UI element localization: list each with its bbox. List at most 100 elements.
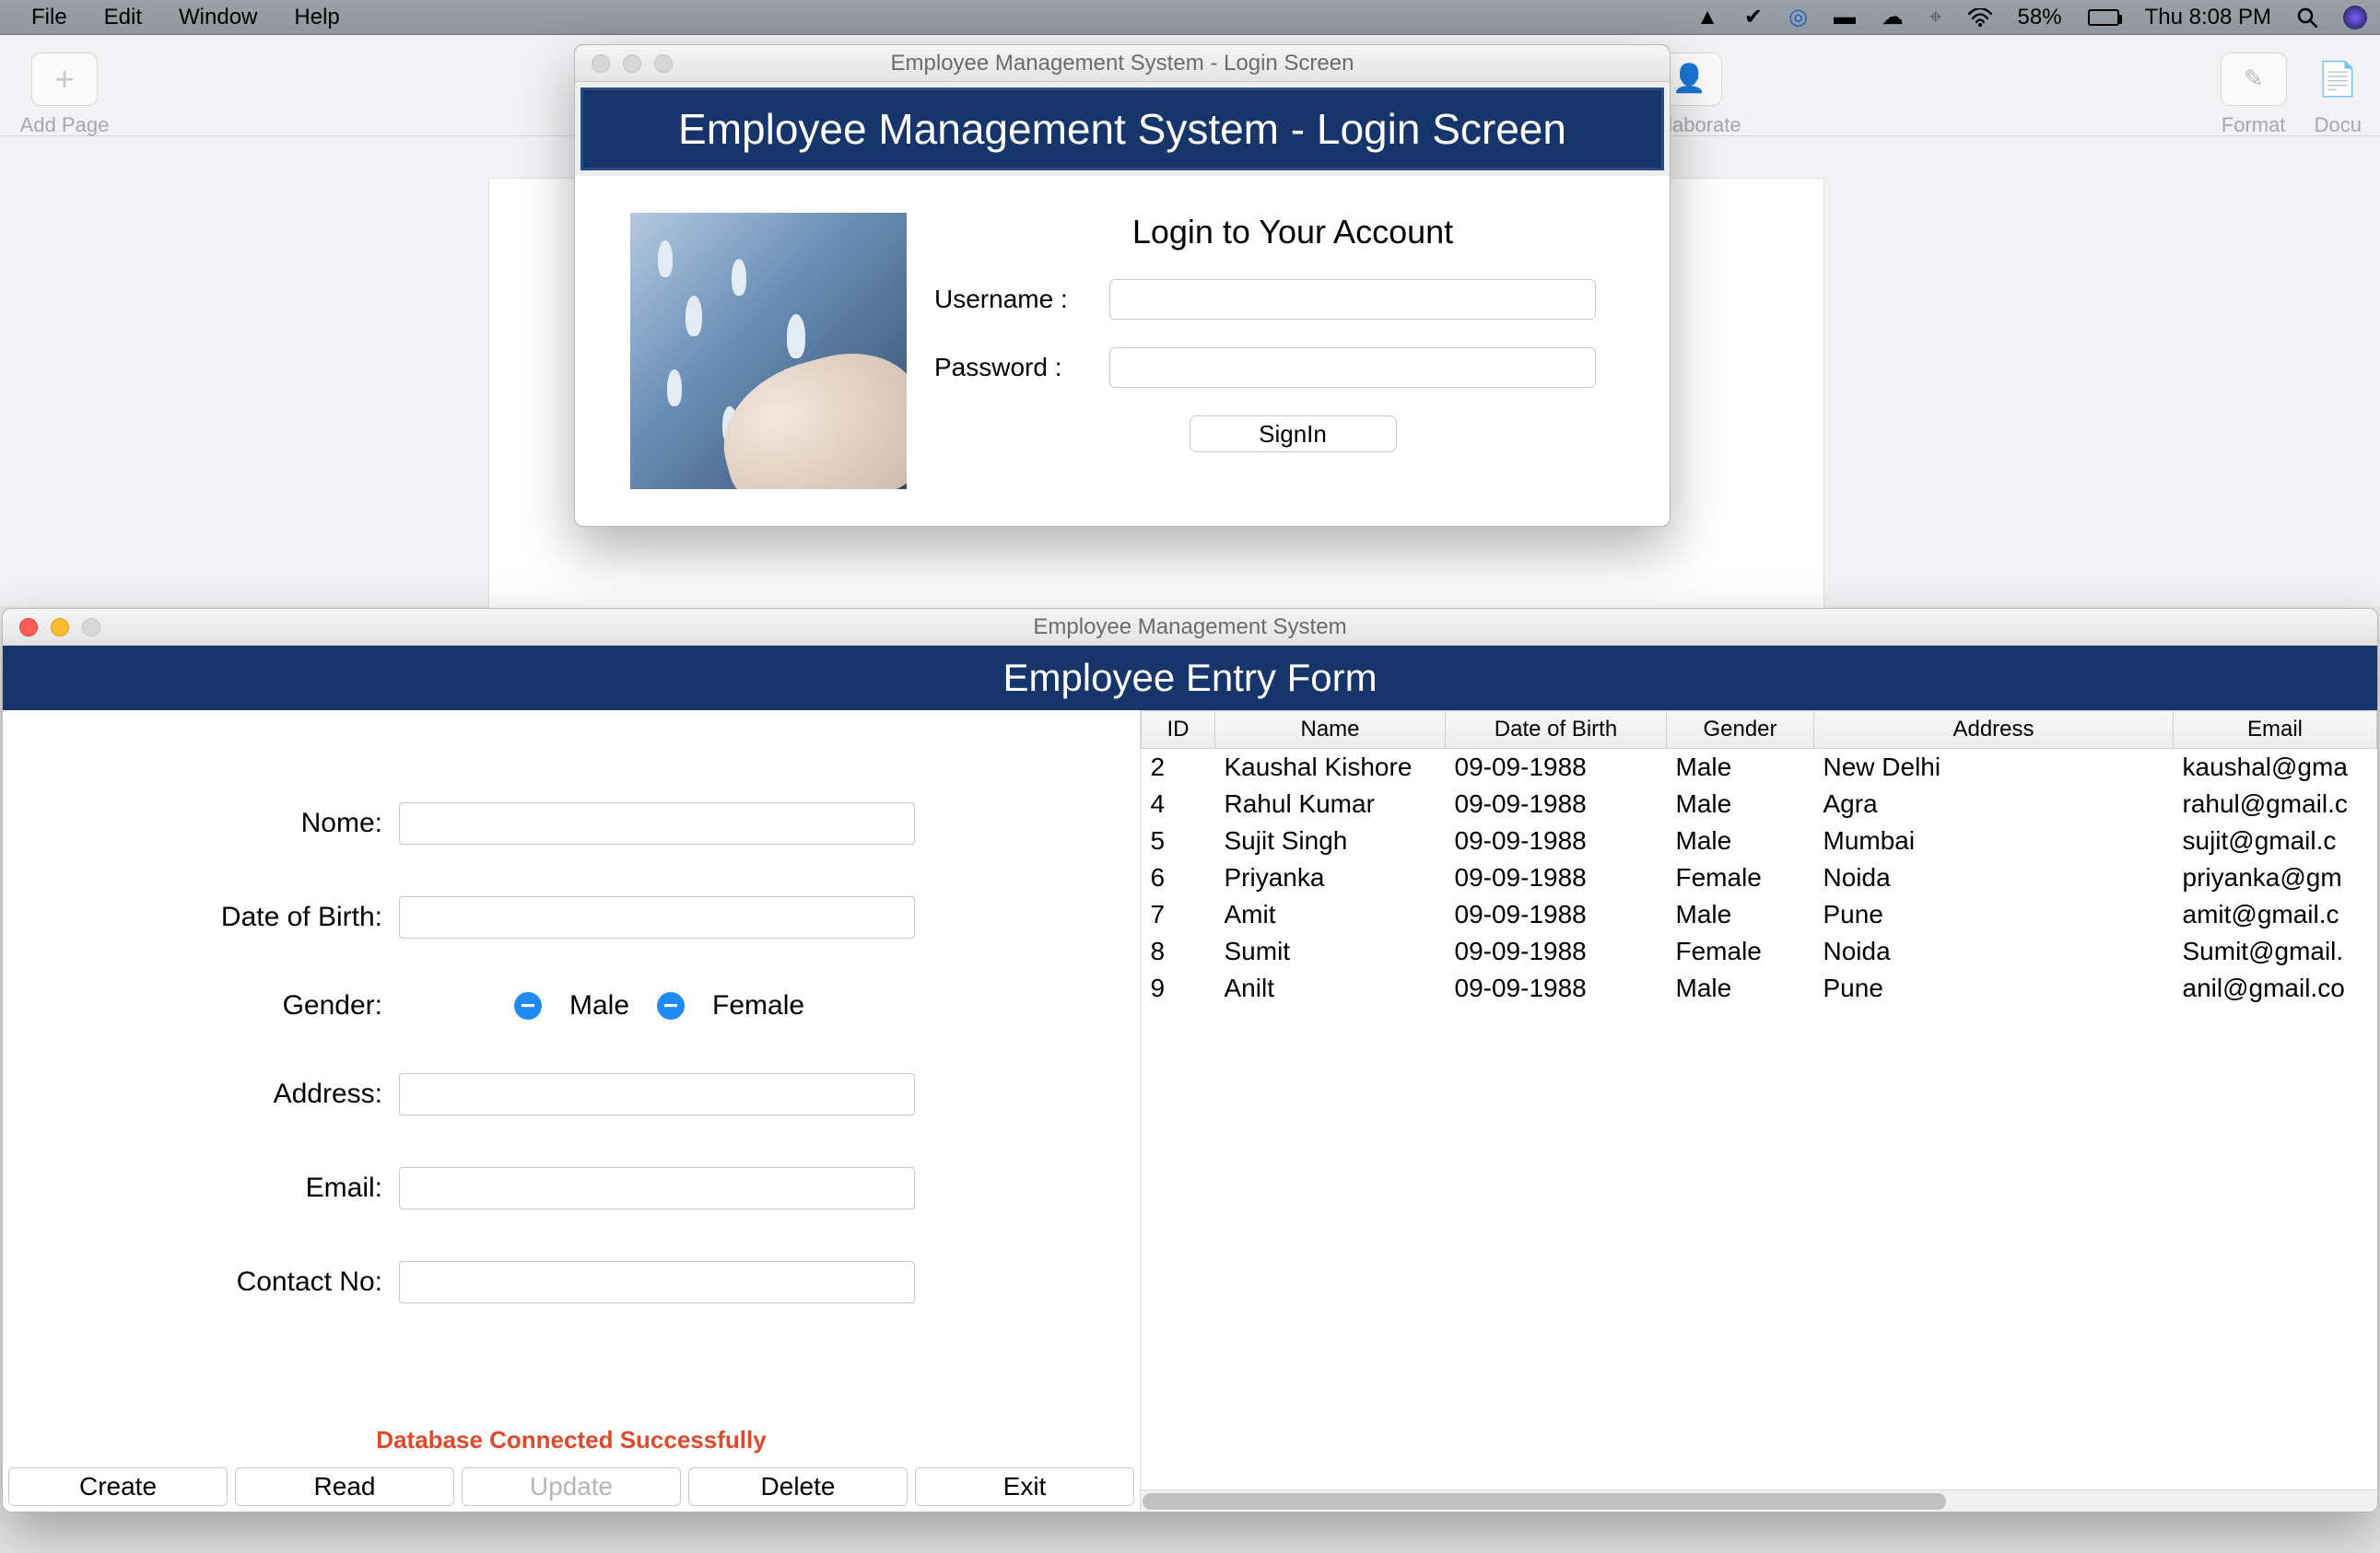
cell-id: 9 bbox=[1142, 970, 1215, 1007]
table-row[interactable]: 5Sujit Singh09-09-1988MaleMumbaisujit@gm… bbox=[1142, 823, 2377, 859]
email-label: Email: bbox=[3, 1173, 399, 1204]
horizontal-scrollbar[interactable] bbox=[1141, 1489, 2377, 1512]
cell-address: Noida bbox=[1814, 859, 2174, 896]
menubar-clock[interactable]: Thu 8:08 PM bbox=[2132, 5, 2284, 30]
cell-gender: Male bbox=[1667, 896, 1814, 933]
radio-female[interactable] bbox=[657, 992, 685, 1020]
name-input[interactable] bbox=[399, 802, 915, 845]
cell-dob: 09-09-1988 bbox=[1446, 823, 1667, 859]
table-row[interactable]: 6Priyanka09-09-1988FemaleNoidapriyanka@g… bbox=[1142, 859, 2377, 896]
shield-icon[interactable]: ✔ bbox=[1731, 4, 1776, 30]
siri-icon[interactable] bbox=[2330, 6, 2380, 29]
email-input[interactable] bbox=[399, 1167, 915, 1209]
login-heading: Login to Your Account bbox=[934, 213, 1651, 251]
cell-name: Sujit Singh bbox=[1215, 823, 1446, 859]
cell-gender: Male bbox=[1667, 786, 1814, 823]
table-row[interactable]: 7Amit09-09-1988MalePuneamit@gmail.c bbox=[1142, 896, 2377, 933]
table-row[interactable]: 4Rahul Kumar09-09-1988MaleAgrarahul@gmai… bbox=[1142, 786, 2377, 823]
cloud-icon[interactable]: ☁ bbox=[1869, 4, 1917, 30]
delete-button[interactable]: Delete bbox=[688, 1467, 908, 1506]
add-page-button[interactable]: + bbox=[31, 53, 98, 106]
menu-window[interactable]: Window bbox=[160, 5, 276, 30]
teamviewer-icon[interactable]: ◎ bbox=[1776, 4, 1821, 30]
contact-label: Contact No: bbox=[3, 1267, 399, 1298]
female-label: Female bbox=[712, 990, 804, 1022]
vlc-icon[interactable]: ▲ bbox=[1683, 5, 1731, 30]
employee-table[interactable]: ID Name Date of Birth Gender Address Ema… bbox=[1141, 710, 2377, 1007]
gender-label: Gender: bbox=[3, 990, 399, 1022]
cell-id: 8 bbox=[1142, 933, 1215, 970]
cell-name: Amit bbox=[1215, 896, 1446, 933]
male-label: Male bbox=[569, 990, 629, 1022]
cell-address: Noida bbox=[1814, 933, 2174, 970]
col-name[interactable]: Name bbox=[1215, 711, 1446, 749]
cell-email: priyanka@gm bbox=[2174, 859, 2377, 896]
document-button[interactable]: 📄 bbox=[2319, 53, 2356, 106]
table-row[interactable]: 9Anilt09-09-1988MalePuneanil@gmail.co bbox=[1142, 970, 2377, 1007]
cell-gender: Male bbox=[1667, 749, 1814, 787]
menu-edit[interactable]: Edit bbox=[86, 5, 160, 30]
cell-email: kaushal@gma bbox=[2174, 749, 2377, 787]
address-input[interactable] bbox=[399, 1073, 915, 1115]
update-button[interactable]: Update bbox=[462, 1467, 681, 1506]
ems-window-title: Employee Management System bbox=[3, 614, 2377, 640]
add-page-label: Add Page bbox=[0, 113, 129, 137]
cell-email: Sumit@gmail. bbox=[2174, 933, 2377, 970]
address-label: Address: bbox=[3, 1079, 399, 1110]
format-label: Format bbox=[2221, 113, 2287, 137]
cell-gender: Male bbox=[1667, 823, 1814, 859]
cell-name: Anilt bbox=[1215, 970, 1446, 1007]
username-input[interactable] bbox=[1109, 279, 1596, 320]
cell-name: Kaushal Kishore bbox=[1215, 749, 1446, 787]
docker-icon[interactable]: ▬ bbox=[1821, 5, 1869, 30]
menu-help[interactable]: Help bbox=[276, 5, 358, 30]
battery-icon[interactable] bbox=[2075, 9, 2132, 26]
cell-dob: 09-09-1988 bbox=[1446, 896, 1667, 933]
cell-dob: 09-09-1988 bbox=[1446, 933, 1667, 970]
col-dob[interactable]: Date of Birth bbox=[1446, 711, 1667, 749]
cell-gender: Female bbox=[1667, 859, 1814, 896]
cell-gender: Female bbox=[1667, 933, 1814, 970]
cell-name: Priyanka bbox=[1215, 859, 1446, 896]
battery-percent: 58% bbox=[2005, 5, 2075, 30]
table-row[interactable]: 8Sumit09-09-1988FemaleNoidaSumit@gmail. bbox=[1142, 933, 2377, 970]
contact-input[interactable] bbox=[399, 1261, 915, 1303]
cell-id: 6 bbox=[1142, 859, 1215, 896]
cell-dob: 09-09-1988 bbox=[1446, 970, 1667, 1007]
cell-gender: Male bbox=[1667, 970, 1814, 1007]
create-button[interactable]: Create bbox=[8, 1467, 228, 1506]
cell-email: anil@gmail.co bbox=[2174, 970, 2377, 1007]
login-window-title: Employee Management System - Login Scree… bbox=[575, 51, 1670, 76]
cell-dob: 09-09-1988 bbox=[1446, 786, 1667, 823]
name-label: Nome: bbox=[3, 808, 399, 839]
password-input[interactable] bbox=[1109, 347, 1596, 388]
entry-form: Nome: Date of Birth: Gender: Male Female bbox=[3, 710, 1141, 1512]
status-message: Database Connected Successfully bbox=[3, 1424, 1140, 1464]
cell-id: 4 bbox=[1142, 786, 1215, 823]
wifi-icon[interactable] bbox=[1955, 8, 2005, 27]
mac-menubar: File Edit Window Help ▲ ✔ ◎ ▬ ☁ ⌖ 58% Th… bbox=[0, 0, 2380, 35]
cell-address: Pune bbox=[1814, 896, 2174, 933]
password-label: Password : bbox=[934, 353, 1109, 382]
dob-input[interactable] bbox=[399, 896, 915, 939]
radio-male[interactable] bbox=[514, 992, 542, 1020]
cell-id: 2 bbox=[1142, 749, 1215, 787]
username-label: Username : bbox=[934, 285, 1109, 314]
col-email[interactable]: Email bbox=[2174, 711, 2377, 749]
exit-button[interactable]: Exit bbox=[915, 1467, 1134, 1506]
cell-email: sujit@gmail.c bbox=[2174, 823, 2377, 859]
login-window: Employee Management System - Login Scree… bbox=[574, 44, 1671, 527]
cell-address: Mumbai bbox=[1814, 823, 2174, 859]
read-button[interactable]: Read bbox=[235, 1467, 454, 1506]
col-gender[interactable]: Gender bbox=[1667, 711, 1814, 749]
col-id[interactable]: ID bbox=[1142, 711, 1215, 749]
cell-address: New Delhi bbox=[1814, 749, 2174, 787]
spotlight-icon[interactable] bbox=[2284, 7, 2330, 28]
format-button[interactable]: ✎ bbox=[2221, 53, 2287, 106]
bluetooth-icon[interactable]: ⌖ bbox=[1917, 5, 1955, 30]
signin-button[interactable]: SignIn bbox=[1190, 415, 1397, 452]
table-row[interactable]: 2Kaushal Kishore09-09-1988MaleNew Delhik… bbox=[1142, 749, 2377, 787]
col-address[interactable]: Address bbox=[1814, 711, 2174, 749]
cell-name: Sumit bbox=[1215, 933, 1446, 970]
menu-file[interactable]: File bbox=[13, 5, 86, 30]
